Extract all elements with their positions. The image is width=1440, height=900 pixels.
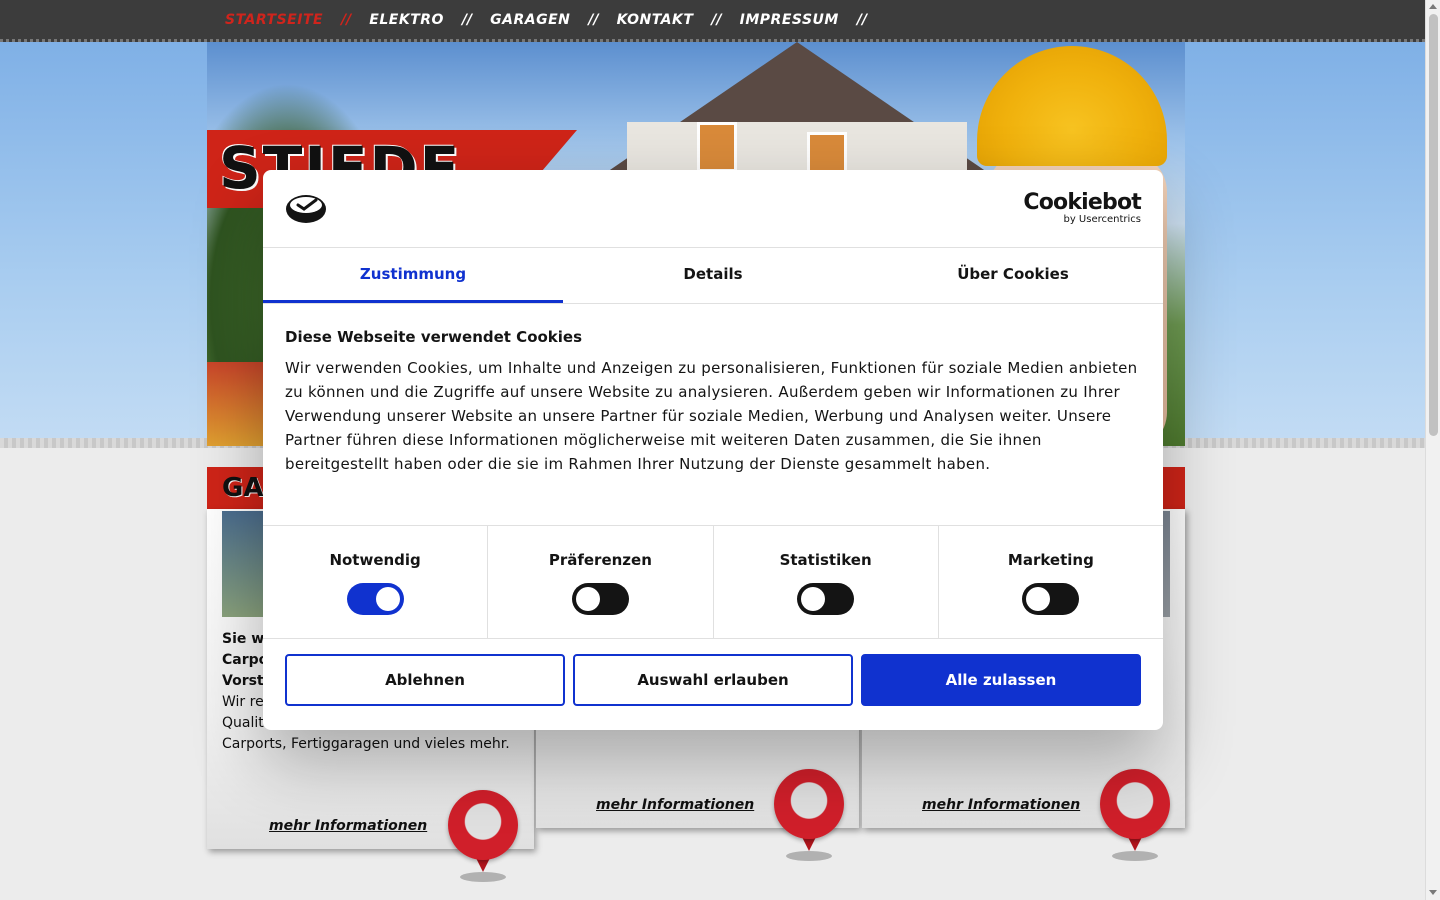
cookiebot-brand-name: Cookiebot	[1023, 190, 1141, 215]
cookie-button-row: Ablehnen Auswahl erlauben Alle zulassen	[285, 654, 1141, 706]
consent-label: Marketing	[1007, 551, 1094, 569]
map-pin-icon[interactable]	[774, 769, 844, 861]
tab-ueber-cookies[interactable]: Über Cookies	[863, 248, 1163, 303]
toggle-knob	[1026, 587, 1051, 611]
toggle-notwendig[interactable]	[346, 583, 404, 615]
consent-category-praeferenzen: Präferenzen	[488, 526, 714, 638]
cookiebot-brand: Cookiebot by Usercentrics	[1023, 192, 1141, 226]
toggle-marketing[interactable]	[1022, 583, 1080, 615]
nav-separator: //	[856, 12, 868, 28]
cookie-heading: Diese Webseite verwendet Cookies	[285, 328, 583, 346]
pin-head	[774, 769, 844, 839]
consent-label: Notwendig	[329, 551, 421, 569]
consent-categories: Notwendig Präferenzen Statistiken Market…	[263, 525, 1163, 639]
top-navigation: STARTSEITE // ELEKTRO // GARAGEN // KONT…	[0, 0, 1425, 42]
toggle-statistiken[interactable]	[797, 583, 855, 615]
map-pin-icon[interactable]	[1100, 769, 1170, 861]
pin-shadow	[460, 872, 506, 882]
nav-separator: //	[341, 12, 352, 28]
pin-shadow	[1112, 851, 1158, 861]
nav-item-elektro[interactable]: ELEKTRO	[369, 12, 444, 28]
nav-item-startseite[interactable]: STARTSEITE	[225, 12, 323, 28]
consent-category-statistiken: Statistiken	[714, 526, 939, 638]
allow-all-button[interactable]: Alle zulassen	[861, 654, 1141, 706]
cookiebot-brand-sub: by Usercentrics	[1063, 214, 1141, 225]
cookie-tabs: Zustimmung Details Über Cookies	[263, 248, 1163, 304]
nav-item-impressum[interactable]: IMPRESSUM	[740, 12, 839, 28]
pin-head	[1100, 769, 1170, 839]
cookie-body: Diese Webseite verwendet Cookies Wir ver…	[285, 328, 1141, 476]
nav-item-garagen[interactable]: GARAGEN	[490, 12, 570, 28]
pin-shadow	[786, 851, 832, 861]
tab-zustimmung[interactable]: Zustimmung	[263, 248, 563, 303]
map-pin-icon[interactable]	[448, 790, 518, 882]
nav-item-kontakt[interactable]: KONTAKT	[617, 12, 694, 28]
toggle-knob	[575, 587, 600, 611]
house-window	[697, 122, 737, 172]
more-info-link[interactable]: mehr Informationen	[269, 818, 427, 834]
nav-separator: //	[711, 12, 722, 28]
consent-category-marketing: Marketing	[939, 526, 1163, 638]
more-info-link[interactable]: mehr Informationen	[922, 797, 1080, 813]
hard-hat-image	[977, 46, 1167, 166]
allow-selection-button[interactable]: Auswahl erlauben	[573, 654, 853, 706]
consent-category-notwendig: Notwendig	[263, 526, 489, 638]
tab-details[interactable]: Details	[563, 248, 863, 303]
cookiebot-logo-icon	[286, 195, 326, 223]
toggle-knob	[801, 587, 826, 611]
pin-head	[448, 790, 518, 860]
page-scrollbar[interactable]	[1425, 0, 1440, 900]
toggle-praeferenzen[interactable]	[571, 583, 629, 615]
nav-list: STARTSEITE // ELEKTRO // GARAGEN // KONT…	[225, 12, 885, 28]
scrollbar-thumb[interactable]	[1429, 14, 1438, 436]
scroll-down-arrow-icon[interactable]	[1429, 890, 1437, 895]
cookie-description: Wir verwenden Cookies, um Inhalte und An…	[285, 359, 1138, 473]
nav-separator: //	[588, 12, 599, 28]
cookie-dialog-header: Cookiebot by Usercentrics	[263, 170, 1163, 248]
consent-label: Präferenzen	[548, 551, 652, 569]
cookie-consent-dialog: Cookiebot by Usercentrics Zustimmung Det…	[263, 170, 1163, 730]
banner-flowers	[207, 362, 267, 446]
decline-button[interactable]: Ablehnen	[285, 654, 565, 706]
consent-label: Statistiken	[779, 551, 872, 569]
more-info-link[interactable]: mehr Informationen	[596, 797, 754, 813]
toggle-knob	[375, 587, 400, 611]
section-heading: GA	[222, 473, 264, 503]
scroll-up-arrow-icon[interactable]	[1429, 4, 1437, 9]
nav-separator: //	[461, 12, 473, 28]
